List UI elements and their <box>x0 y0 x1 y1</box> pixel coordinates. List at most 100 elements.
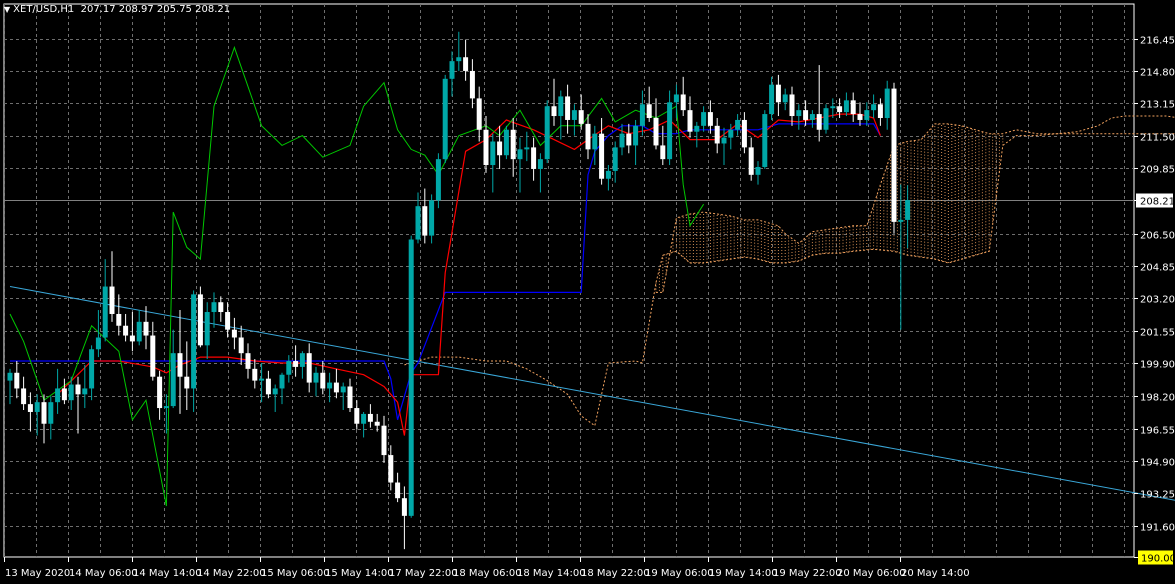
candle-body <box>75 384 81 395</box>
candle-body <box>361 413 367 424</box>
x-tick-label: 14 May 06:00 <box>69 568 138 579</box>
candle-body <box>871 104 877 111</box>
symbol-timeframe: XET/USD,H1 <box>13 4 75 15</box>
candle-body <box>245 353 251 369</box>
y-tick-label: 199.90 <box>1140 360 1175 371</box>
y-tick-label: 206.50 <box>1140 231 1175 242</box>
candle-body <box>694 125 700 132</box>
y-tick-label: 209.85 <box>1140 165 1175 176</box>
y-tick-label: 198.20 <box>1140 393 1175 404</box>
axes: 216.45 214.80 213.15 211.50 209.85 208.21 206.… <box>4 36 1175 579</box>
candle-body <box>585 123 591 150</box>
candle-body <box>347 386 353 409</box>
candle-body <box>265 378 271 395</box>
candle-body <box>27 404 33 412</box>
candle-body <box>864 110 870 120</box>
candle-body <box>483 129 489 166</box>
candle-body <box>809 114 815 120</box>
candle-body <box>68 384 74 401</box>
candle-body <box>415 206 421 240</box>
candle-body <box>816 114 822 130</box>
candle-body <box>123 325 129 336</box>
candle-body <box>252 368 258 381</box>
current-price-label: 208.21 <box>1140 197 1175 208</box>
candle-body <box>442 78 448 160</box>
candle-body <box>34 402 40 412</box>
candle-body <box>782 94 788 103</box>
candle-body <box>14 372 20 389</box>
candle-body <box>830 106 836 109</box>
candle-body <box>612 147 618 171</box>
candle-body <box>891 88 897 222</box>
candle-body <box>701 112 707 126</box>
candle-body <box>95 337 101 350</box>
candle-body <box>544 106 550 160</box>
x-tick-label: 19 May 06:00 <box>645 568 714 579</box>
candle-body <box>279 374 285 389</box>
candle-body <box>687 110 693 132</box>
candle-body <box>503 129 509 156</box>
candles <box>7 31 911 550</box>
candle-body <box>293 361 299 367</box>
candle-body <box>463 57 469 71</box>
x-tick-label: 15 May 14:00 <box>325 568 394 579</box>
ohlc-values: 207.17 208.97 205.75 208.21 <box>80 4 231 15</box>
candle-body <box>354 408 360 424</box>
candle-body <box>837 106 843 113</box>
candle-body <box>762 114 768 167</box>
y-tick-label: 211.50 <box>1140 133 1175 144</box>
x-tick-label: 14 May 14:00 <box>133 568 202 579</box>
candle-body <box>449 61 455 79</box>
candle-body <box>21 388 27 405</box>
y-tick-label: 213.15 <box>1140 100 1175 111</box>
candle-body <box>299 353 305 367</box>
y-tick-label: 190.00 <box>1141 554 1175 565</box>
candle-body <box>89 349 95 389</box>
candle-body <box>408 239 414 516</box>
candle-body <box>796 110 802 117</box>
chart-window[interactable]: 216.45 214.80 213.15 211.50 209.85 208.21 206.… <box>0 0 1175 584</box>
candle-body <box>803 110 809 120</box>
candle-body <box>578 110 584 124</box>
candle-body <box>857 114 863 120</box>
candle-body <box>843 100 849 113</box>
candle-body <box>150 335 156 377</box>
candle-body <box>456 57 462 62</box>
candle-body <box>313 372 319 383</box>
y-tick-label: 201.55 <box>1140 328 1175 339</box>
candle-body <box>259 378 265 381</box>
candle-body <box>306 353 312 383</box>
candle-body <box>707 112 713 126</box>
y-tick-label: 191.60 <box>1140 523 1175 534</box>
candle-body <box>667 102 673 160</box>
candle-body <box>755 166 761 175</box>
y-tick-label: 196.55 <box>1140 426 1175 437</box>
candle-body <box>429 200 435 236</box>
candle-body <box>184 376 190 389</box>
candle-body <box>571 110 577 120</box>
y-tick-label: 214.80 <box>1140 68 1175 79</box>
candle-body <box>877 104 883 118</box>
candle-body <box>401 498 407 516</box>
candle-body <box>48 402 54 424</box>
candle-body <box>163 406 169 409</box>
candle-body <box>286 361 292 375</box>
x-tick-label: 14 May 22:00 <box>197 568 266 579</box>
triangle-down-icon[interactable]: ▼ <box>4 3 10 17</box>
x-tick-label: 18 May 22:00 <box>581 568 650 579</box>
candle-body <box>204 312 210 346</box>
candle-body <box>333 382 339 393</box>
candle-body <box>388 455 394 483</box>
candle-body <box>231 329 237 338</box>
candle-body <box>218 302 224 313</box>
x-tick-label: 18 May 14:00 <box>517 568 586 579</box>
candle-body <box>476 98 482 130</box>
candle-body <box>660 145 666 160</box>
candle-body <box>565 96 571 120</box>
candle-body <box>728 129 734 138</box>
chart-canvas[interactable]: 216.45 214.80 213.15 211.50 209.85 208.21 206.… <box>0 0 1175 584</box>
candle-body <box>170 353 176 407</box>
candle-body <box>537 159 543 169</box>
candle-body <box>55 388 61 403</box>
candle-body <box>116 313 122 326</box>
